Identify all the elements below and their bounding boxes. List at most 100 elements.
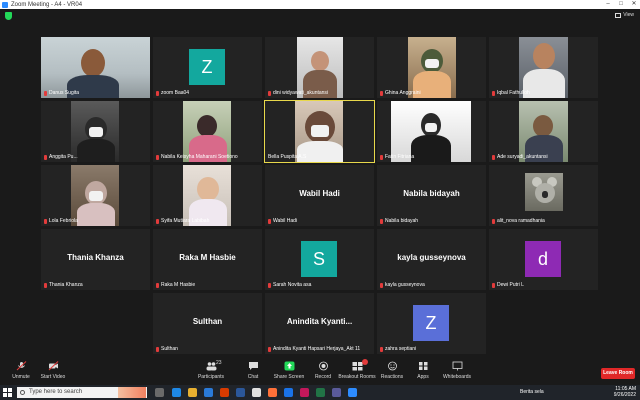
firefox-icon[interactable]	[268, 388, 277, 397]
participant-display-name: Raka M Hasbie	[179, 253, 236, 262]
excel-icon[interactable]	[316, 388, 325, 397]
participant-tile[interactable]: Thania Khanza Thania Khanza	[41, 229, 150, 290]
word-icon[interactable]	[236, 388, 245, 397]
participant-tile[interactable]: Nabila Keisyha Maharani Soetiono	[153, 101, 262, 162]
participant-name: kayla gusseynova	[380, 282, 425, 288]
mic-muted-icon	[492, 90, 495, 96]
view-button[interactable]: View	[615, 12, 634, 18]
participant-display-name: Nabila bidayah	[403, 189, 460, 198]
video-off-icon	[48, 361, 58, 371]
participant-tile[interactable]: dini widyawati_akuntansi	[265, 37, 374, 98]
participant-tile[interactable]: Nabila bidayah Nabila bidayah	[377, 165, 486, 226]
edge-icon[interactable]	[172, 388, 181, 397]
participant-tile[interactable]: S Sarah Novita asa	[265, 229, 374, 290]
participant-tile[interactable]: Danus Sugita	[41, 37, 150, 98]
participant-name: Nabila bidayah	[380, 218, 418, 224]
chat-icon	[248, 362, 258, 370]
participant-tile[interactable]: Iqbal Fathulloh	[489, 37, 598, 98]
participant-tile[interactable]: kayla gusseynova kayla gusseynova	[377, 229, 486, 290]
participant-tile-active-speaker[interactable]: Bella Puspita A.S	[264, 100, 375, 163]
participant-name: dini widyawati_akuntansi	[268, 90, 328, 96]
participant-tile[interactable]: d Dewi Putri L	[489, 229, 598, 290]
mic-muted-icon	[156, 282, 159, 288]
participant-name: Ghina Anggraini	[380, 90, 421, 96]
participant-name: Raka M Hasbie	[156, 282, 195, 288]
share-screen-icon	[284, 361, 294, 371]
store-icon[interactable]	[204, 388, 213, 397]
participant-tile[interactable]: Syifa Mutiara Labibah	[153, 165, 262, 226]
participant-tile[interactable]: Wabil Hadi Wabil Hadi	[265, 165, 374, 226]
participant-name: Sulthan	[156, 346, 178, 352]
mic-muted-icon	[44, 154, 47, 160]
windows-start-icon[interactable]	[3, 388, 12, 397]
mic-muted-icon	[156, 218, 159, 224]
task-view-icon[interactable]	[155, 388, 164, 397]
reactions-icon	[387, 361, 397, 371]
participant-tile[interactable]: Raka M Hasbie Raka M Hasbie	[153, 229, 262, 290]
window-titlebar: Zoom Meeting - A4 - VR04 – □ ✕	[0, 0, 640, 9]
shield-icon[interactable]	[5, 12, 12, 20]
mic-muted-icon	[492, 218, 495, 224]
minimize-icon[interactable]: –	[602, 0, 614, 9]
system-clock[interactable]: 11:05 AM 9/26/2022	[614, 386, 636, 398]
participant-avatar: Z	[413, 305, 449, 341]
participant-tile[interactable]: Anindita Kyanti... Anindita Kyanti Hapsa…	[265, 293, 374, 354]
participant-name: Lola Febriola	[44, 218, 78, 224]
mic-muted-icon	[268, 90, 271, 96]
participants-count: 23	[216, 360, 222, 366]
mic-muted-icon	[268, 282, 271, 288]
meeting-toolbar: Unmute Start Video Participants 23 Chat …	[0, 358, 640, 385]
participant-name: Anindita Kyanti Hapsari Herjaya_Akt 11	[268, 346, 360, 352]
mic-muted-icon	[156, 346, 159, 352]
participant-name: Nabila Keisyha Maharani Soetiono	[156, 154, 238, 160]
participant-tile[interactable]: Sulthan Sulthan	[153, 293, 262, 354]
windows-taskbar: Type here to search Berita sela 11:05 AM…	[0, 385, 640, 400]
gallery-grid: Danus Sugita Z zoom Baa04 dini widyawati…	[0, 23, 640, 358]
meeting-topbar: View	[0, 9, 640, 23]
whiteboards-button[interactable]: Whiteboards	[436, 361, 478, 380]
participant-name: Ade suryadi_akuntansi	[492, 154, 548, 160]
participant-tile[interactable]: Ghina Anggraini	[377, 37, 486, 98]
participant-tile[interactable]: Z zahra septiani	[377, 293, 486, 354]
file-explorer-icon[interactable]	[188, 388, 197, 397]
participant-display-name: Wabil Hadi	[299, 189, 340, 198]
app-icon[interactable]	[300, 388, 309, 397]
search-icon	[20, 390, 25, 395]
mic-muted-icon	[44, 218, 47, 224]
participant-name: Sarah Novita asa	[268, 282, 311, 288]
mic-muted-icon	[380, 218, 383, 224]
participants-button[interactable]: Participants	[190, 361, 232, 380]
participant-tile[interactable]: Anggita Pu...	[41, 101, 150, 162]
participant-tile[interactable]: Ade suryadi_akuntansi	[489, 101, 598, 162]
office-icon[interactable]	[220, 388, 229, 397]
maximize-icon[interactable]: □	[615, 0, 627, 9]
chrome-icon[interactable]	[252, 388, 261, 397]
mic-muted-icon	[380, 282, 383, 288]
apps-icon	[418, 362, 427, 370]
participant-name: Wabil Hadi	[268, 218, 297, 224]
participant-tile[interactable]: Lola Febriola	[41, 165, 150, 226]
participant-name: Bella Puspita A.S	[268, 154, 307, 160]
participant-display-name: Sulthan	[192, 317, 223, 326]
zoom-icon[interactable]	[348, 388, 357, 397]
weather-widget[interactable]: Berita sela	[520, 389, 544, 395]
participant-name: alit_nova ramadhania	[492, 218, 545, 224]
mic-muted-icon	[268, 346, 271, 352]
leave-room-button[interactable]: Leave Room	[601, 368, 635, 379]
participant-tile[interactable]: alit_nova ramadhania	[489, 165, 598, 226]
window-title: Zoom Meeting - A4 - VR04	[11, 1, 83, 8]
notification-badge	[362, 359, 368, 365]
app-icon[interactable]	[284, 388, 293, 397]
participant-avatar: d	[525, 241, 561, 277]
start-video-button[interactable]: Start Video	[32, 361, 74, 380]
app-icon[interactable]	[332, 388, 341, 397]
participant-avatar: Z	[189, 49, 225, 85]
close-icon[interactable]: ✕	[628, 0, 640, 9]
participant-tile[interactable]: Fatin Fitriana	[377, 101, 486, 162]
participant-display-name: Thania Khanza	[67, 253, 124, 262]
participant-name: Anggita Pu...	[44, 154, 78, 160]
mic-muted-icon	[156, 154, 159, 160]
participant-tile[interactable]: Z zoom Baa04	[153, 37, 262, 98]
mic-muted-icon	[380, 346, 383, 352]
participant-name: Syifa Mutiara Labibah	[156, 218, 209, 224]
